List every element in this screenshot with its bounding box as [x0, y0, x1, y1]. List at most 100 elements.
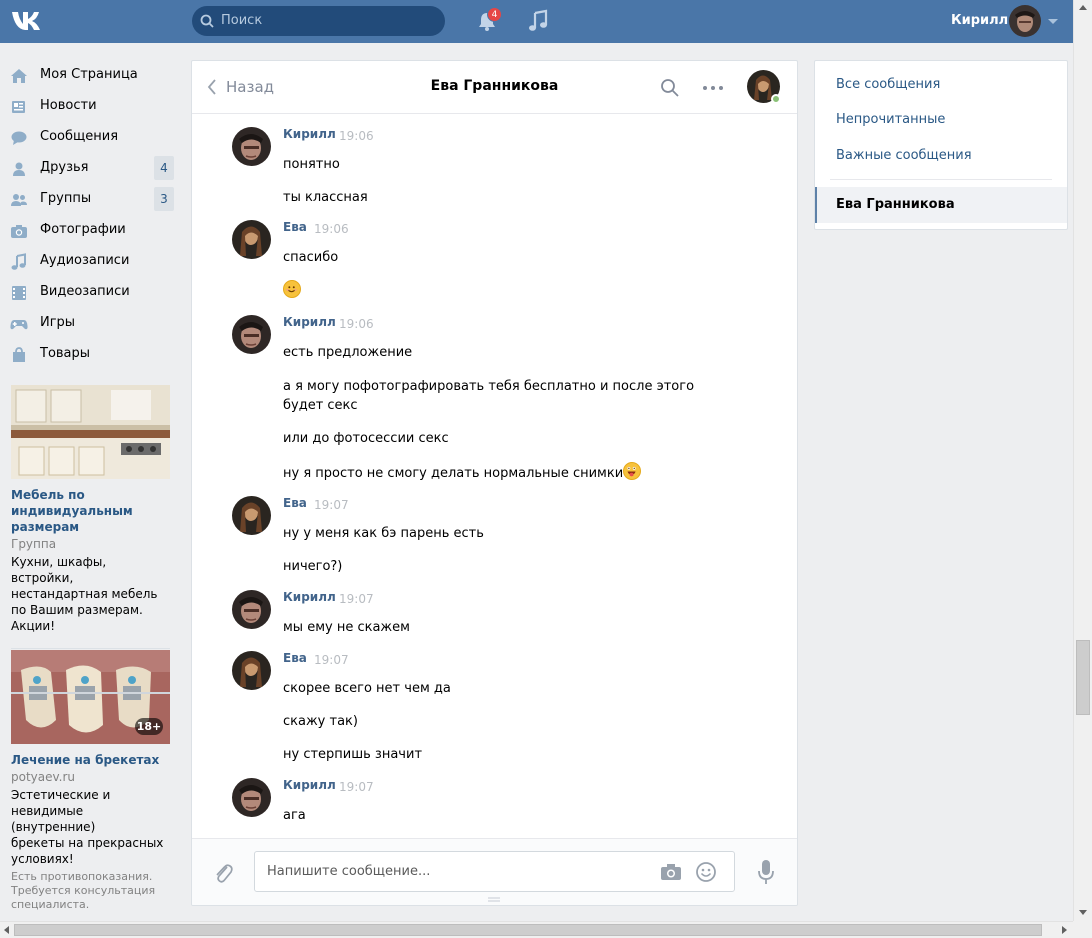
- divider: [830, 179, 1052, 180]
- ad-note-line: Есть противопоказания.: [11, 870, 153, 883]
- message-text-content: понятно: [283, 157, 340, 172]
- nav-item-goods[interactable]: Товары: [10, 339, 175, 370]
- scroll-right-icon[interactable]: [1062, 926, 1067, 934]
- sender-name[interactable]: Ева: [283, 496, 307, 510]
- scroll-up-icon[interactable]: [1079, 5, 1087, 10]
- search-icon[interactable]: [660, 78, 680, 98]
- horizontal-scrollbar-thumb[interactable]: [14, 924, 1042, 936]
- sender-avatar[interactable]: [232, 778, 271, 817]
- resize-handle-icon[interactable]: [488, 897, 500, 903]
- ad-title-line: индивидуальным: [11, 504, 133, 518]
- messages-icon: [11, 131, 27, 145]
- ad-image-kitchen[interactable]: [11, 385, 170, 479]
- music-icon[interactable]: [527, 9, 549, 33]
- divider: [11, 648, 170, 649]
- nav-item-my-page[interactable]: Моя Страница: [10, 60, 175, 91]
- message-time[interactable]: 19:07: [339, 780, 374, 794]
- camera-icon[interactable]: [660, 863, 682, 881]
- left-navigation: Моя Страница Новости Сообщения Друзья 4 …: [10, 60, 175, 370]
- message-text-content: спасибо: [283, 250, 339, 265]
- sender-name[interactable]: Кирилл: [283, 590, 336, 604]
- sender-avatar[interactable]: [232, 127, 271, 166]
- chat-header: Назад Ева Гранникова: [192, 61, 797, 114]
- sender-name[interactable]: Кирилл: [283, 778, 336, 792]
- nav-item-messages[interactable]: Сообщения: [10, 122, 175, 153]
- sender-avatar[interactable]: [232, 651, 271, 690]
- message-text-content: ты классная: [283, 190, 368, 205]
- message-time[interactable]: 19:06: [339, 317, 374, 331]
- nav-item-photos[interactable]: Фотографии: [10, 215, 175, 246]
- message-text-content: скорее всего нет чем да: [283, 681, 451, 696]
- menu-label: Непрочитанные: [836, 112, 946, 127]
- message-text-content: будет секс: [283, 398, 358, 413]
- ad-note-line: Требуется консультация: [11, 884, 156, 897]
- sender-name[interactable]: Кирилл: [283, 127, 336, 141]
- message-time[interactable]: 19:06: [314, 222, 349, 236]
- microphone-icon[interactable]: [757, 859, 775, 885]
- sender-avatar[interactable]: [232, 220, 271, 259]
- sender-avatar[interactable]: [232, 496, 271, 535]
- message-text: или до фотосессии секс: [283, 429, 449, 448]
- nav-item-audio[interactable]: Аудиозаписи: [10, 246, 175, 277]
- message-text-content: ну у меня как бэ парень есть: [283, 526, 484, 541]
- ad-title[interactable]: Лечение на брекетах: [11, 752, 171, 768]
- groups-count-badge: 3: [154, 187, 174, 211]
- message-text: ну у меня как бэ парень есть: [283, 524, 484, 543]
- nav-item-friends[interactable]: Друзья 4: [10, 153, 175, 184]
- message-time[interactable]: 19:07: [314, 653, 349, 667]
- menu-item-important[interactable]: Важные сообщения: [815, 138, 1067, 174]
- ad-title-line: Мебель по: [11, 488, 85, 502]
- ad-image-braces[interactable]: 18+: [11, 650, 170, 744]
- nav-item-news[interactable]: Новости: [10, 91, 175, 122]
- user-avatar[interactable]: [1009, 5, 1041, 37]
- nav-item-groups[interactable]: Группы 3: [10, 184, 175, 215]
- message-text: а я могу пофотографировать тебя бесплатн…: [283, 377, 694, 396]
- nav-label: Группы: [40, 191, 92, 206]
- ad-block-furniture[interactable]: Мебель по индивидуальным размерам Группа…: [11, 385, 171, 649]
- message-text: [283, 280, 301, 301]
- menu-label: Ева Гранникова: [836, 197, 955, 212]
- nav-label: Видеозаписи: [40, 284, 130, 299]
- message-text: ага: [283, 806, 306, 825]
- message-text-content: мы ему не скажем: [283, 620, 410, 635]
- message-text: есть предложение: [283, 343, 412, 362]
- horizontal-scrollbar[interactable]: [0, 921, 1073, 938]
- message-time[interactable]: 19:07: [314, 498, 349, 512]
- ad-block-braces[interactable]: 18+ Лечение на брекетах potyaev.ru Эстет…: [11, 650, 171, 926]
- scroll-left-icon[interactable]: [4, 926, 9, 934]
- message-time[interactable]: 19:06: [339, 129, 374, 143]
- chevron-down-icon[interactable]: [1048, 19, 1058, 24]
- sender-name[interactable]: Ева: [283, 651, 307, 665]
- menu-item-active-chat[interactable]: Ева Гранникова: [815, 187, 1067, 223]
- vertical-scrollbar-thumb[interactable]: [1076, 640, 1090, 715]
- vertical-scrollbar[interactable]: [1073, 0, 1092, 921]
- sender-avatar[interactable]: [232, 590, 271, 629]
- sender-name[interactable]: Кирилл: [283, 315, 336, 329]
- vk-logo-icon[interactable]: [10, 8, 48, 34]
- tongue-emoji-icon: [623, 462, 642, 480]
- sender-avatar[interactable]: [232, 315, 271, 354]
- more-options-icon[interactable]: [701, 78, 725, 98]
- notification-badge: 4: [487, 7, 502, 22]
- nav-item-video[interactable]: Видеозаписи: [10, 277, 175, 308]
- nav-item-games[interactable]: Игры: [10, 308, 175, 339]
- nav-label: Аудиозаписи: [40, 253, 130, 268]
- paperclip-icon[interactable]: [212, 861, 234, 885]
- message-text: спасибо: [283, 248, 338, 267]
- ad-title[interactable]: Мебель по индивидуальным размерам: [11, 487, 171, 535]
- music-icon: [11, 253, 26, 270]
- user-name[interactable]: Кирилл: [951, 13, 1008, 28]
- message-text: мы ему не скажем: [283, 618, 410, 637]
- search-placeholder: Поиск: [221, 13, 263, 28]
- message-time[interactable]: 19:07: [339, 592, 374, 606]
- message-history[interactable]: Кирилл 19:06 понятно ты классная Ева 19:06 спа…: [192, 115, 797, 837]
- message-input[interactable]: Напишите сообщение...: [254, 851, 735, 892]
- menu-item-unread[interactable]: Непрочитанные: [815, 102, 1067, 138]
- menu-item-all-messages[interactable]: Все сообщения: [815, 67, 1067, 103]
- scroll-down-icon[interactable]: [1079, 910, 1087, 915]
- ad-desc-line: брекеты на прекрасных: [11, 836, 164, 850]
- smile-icon[interactable]: [695, 861, 717, 883]
- message-group: Кирилл 19:06 есть предложение а я могу пофо…: [232, 315, 752, 495]
- search-input[interactable]: Поиск: [192, 6, 445, 36]
- sender-name[interactable]: Ева: [283, 220, 307, 234]
